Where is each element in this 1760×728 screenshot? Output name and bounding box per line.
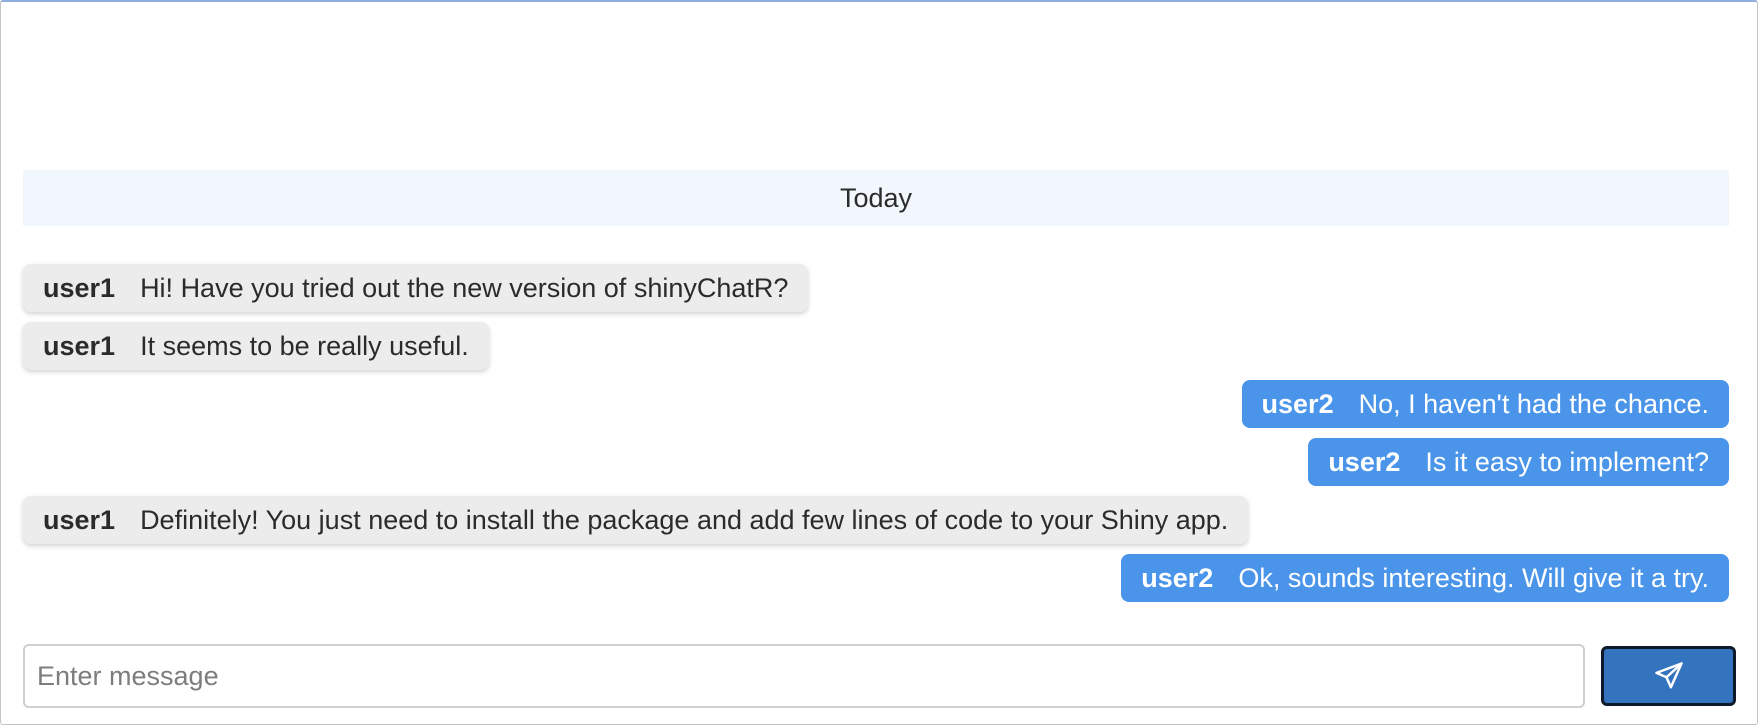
message-bubble-incoming: user1 It seems to be really useful. [23,322,489,370]
message-row: user2 No, I haven't had the chance. [23,380,1729,428]
message-text: Hi! Have you tried out the new version o… [140,272,789,303]
message-row: user2 Is it easy to implement? [23,438,1729,486]
message-bubble-outgoing: user2 Is it easy to implement? [1308,438,1729,486]
message-username: user2 [1141,562,1214,593]
message-username: user1 [43,330,116,361]
send-button[interactable] [1601,646,1736,706]
message-input[interactable] [23,644,1585,708]
message-row: user1 Hi! Have you tried out the new ver… [23,264,1729,312]
message-bubble-incoming: user1 Definitely! You just need to insta… [23,496,1249,544]
message-bubble-outgoing: user2 No, I haven't had the chance. [1241,380,1729,428]
message-username: user1 [43,504,116,535]
message-username: user1 [43,272,116,303]
message-text: Definitely! You just need to install the… [140,504,1229,535]
message-row: user1 It seems to be really useful. [23,322,1729,370]
message-text: Is it easy to implement? [1425,446,1709,477]
message-bubble-incoming: user1 Hi! Have you tried out the new ver… [23,264,809,312]
message-text: It seems to be really useful. [140,330,469,361]
paper-plane-icon [1654,661,1684,691]
chat-window: Today user1 Hi! Have you tried out the n… [0,0,1758,725]
message-username: user2 [1328,446,1401,477]
message-username: user2 [1261,388,1334,419]
message-list: Today user1 Hi! Have you tried out the n… [23,170,1729,612]
message-composer [23,644,1736,708]
message-row: user1 Definitely! You just need to insta… [23,496,1729,544]
message-row: user2 Ok, sounds interesting. Will give … [23,554,1729,602]
message-text: Ok, sounds interesting. Will give it a t… [1238,562,1709,593]
message-bubble-outgoing: user2 Ok, sounds interesting. Will give … [1121,554,1729,602]
message-text: No, I haven't had the chance. [1358,388,1709,419]
day-separator: Today [23,170,1729,226]
